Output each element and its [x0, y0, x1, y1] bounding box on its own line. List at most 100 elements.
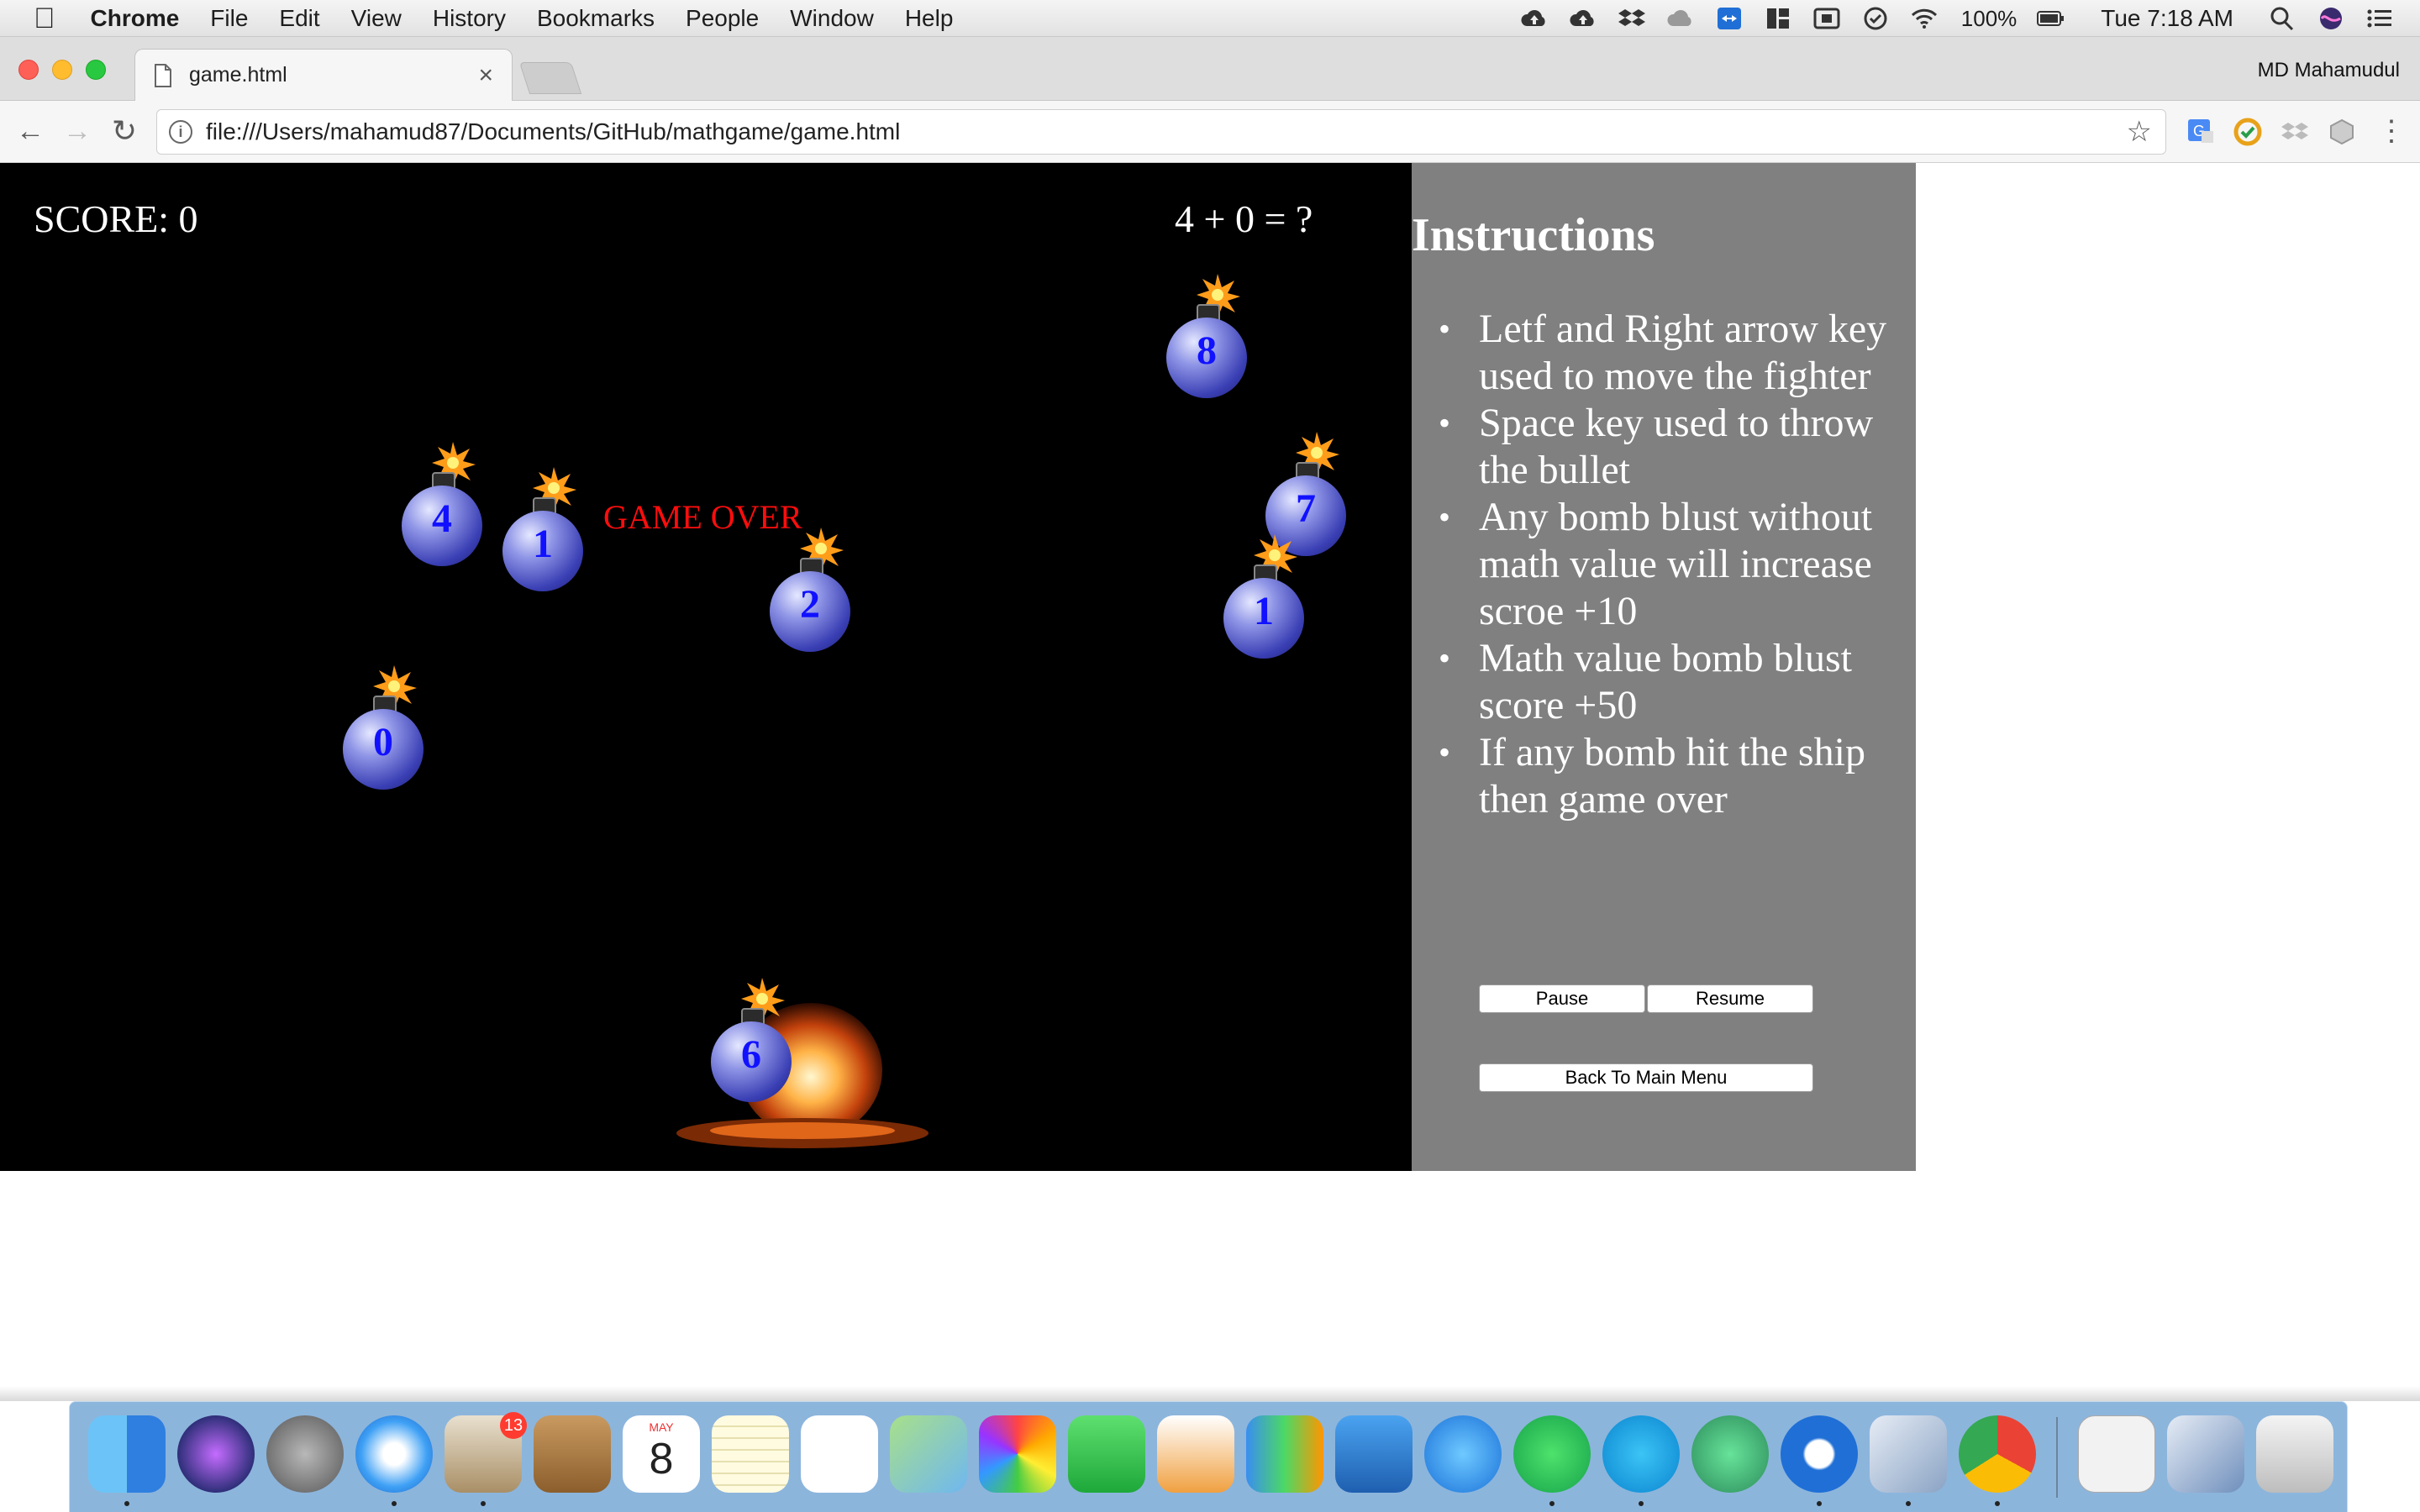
apple-menu-icon[interactable]: : [34, 3, 55, 35]
info-icon[interactable]: i: [169, 120, 192, 144]
close-window-button[interactable]: [18, 60, 39, 80]
keynote-icon[interactable]: [1335, 1415, 1413, 1493]
teamviewer-tray-icon[interactable]: [1714, 6, 1744, 31]
downloads-stack-icon[interactable]: [2167, 1415, 2244, 1493]
menu-app-name[interactable]: Chrome: [91, 5, 180, 32]
maps-icon[interactable]: [890, 1415, 967, 1493]
battery-percent: 100%: [1960, 5, 2018, 31]
document-icon: [155, 63, 171, 87]
tab-title: game.html: [189, 63, 287, 87]
launchpad-icon[interactable]: [266, 1415, 344, 1493]
menu-bookmarks[interactable]: Bookmarks: [537, 5, 655, 32]
url-text[interactable]: file:///Users/mahamud87/Documents/GitHub…: [206, 118, 900, 145]
contacts-icon[interactable]: [534, 1415, 611, 1493]
tab-close-icon[interactable]: ×: [478, 61, 493, 90]
grammar-extension-icon[interactable]: [2233, 118, 2262, 146]
spotlight-search-icon[interactable]: [2267, 6, 2297, 31]
forward-arrow-icon[interactable]: →: [60, 114, 94, 148]
atom-icon[interactable]: [1691, 1415, 1769, 1493]
math-question: 4 + 0 = ?: [1175, 197, 1313, 240]
spreadsheet-file-icon[interactable]: [2078, 1415, 2155, 1493]
virtualbox-icon[interactable]: [1870, 1415, 1947, 1493]
check-shield-icon[interactable]: [1860, 6, 1891, 31]
running-indicator: [481, 1501, 486, 1506]
dropbox-extension-icon[interactable]: [2281, 118, 2309, 146]
chrome-icon[interactable]: [1959, 1415, 2036, 1493]
menu-edit[interactable]: Edit: [279, 5, 319, 32]
numbers-icon[interactable]: [1246, 1415, 1323, 1493]
facetime-icon[interactable]: [1068, 1415, 1145, 1493]
bomb-value: 1: [1254, 589, 1274, 633]
menu-history[interactable]: History: [433, 5, 506, 32]
instructions-title: Instructions: [1412, 209, 1655, 261]
wifi-icon[interactable]: [1909, 6, 1939, 31]
bomb-value: 6: [741, 1032, 761, 1077]
fullscreen-window-button[interactable]: [86, 60, 106, 80]
google-translate-icon[interactable]: G: [2186, 118, 2215, 146]
layout-icon[interactable]: [1763, 6, 1793, 31]
screen-record-icon[interactable]: [1812, 6, 1842, 31]
bomb-value: 2: [800, 582, 820, 627]
bomb: 4: [398, 440, 486, 566]
minimize-window-button[interactable]: [52, 60, 72, 80]
new-tab-button[interactable]: [518, 62, 582, 94]
cloud-upload-icon[interactable]: [1519, 6, 1549, 31]
bomb-value: 0: [373, 720, 393, 764]
menu-help[interactable]: Help: [905, 5, 954, 32]
back-to-main-menu-button[interactable]: Back To Main Menu: [1479, 1063, 1813, 1092]
browser-toolbar: ← → ↻ i file:///Users/mahamud87/Document…: [0, 101, 2420, 163]
calendar-month: MAY: [649, 1420, 674, 1434]
mail-badge: 13: [500, 1412, 527, 1439]
running-indicator: [1549, 1501, 1555, 1506]
photos-icon[interactable]: [979, 1415, 1056, 1493]
dock-separator: [2056, 1417, 2058, 1498]
siri-icon[interactable]: [177, 1415, 255, 1493]
menu-people[interactable]: People: [686, 5, 759, 32]
menu-bar:  Chrome File Edit View History Bookmark…: [0, 0, 2420, 37]
game-canvas[interactable]: SCORE: 0 4 + 0 = ? 8 4 1 2 7 1 0 6 GAME …: [0, 163, 1412, 1171]
calendar-icon[interactable]: MAY 8: [623, 1415, 700, 1493]
notes-icon[interactable]: [712, 1415, 789, 1493]
profile-name[interactable]: MD Mahamudul: [2258, 59, 2400, 82]
address-bar[interactable]: i file:///Users/mahamud87/Documents/GitH…: [156, 109, 2166, 155]
reminders-icon[interactable]: [801, 1415, 878, 1493]
extension-cube-icon[interactable]: [2328, 118, 2356, 146]
trash-icon[interactable]: [2256, 1415, 2333, 1493]
app-store-icon[interactable]: [1424, 1415, 1502, 1493]
bookmark-star-icon[interactable]: ☆: [2127, 115, 2152, 149]
bomb-value: 4: [432, 496, 452, 541]
siri-icon[interactable]: [2316, 6, 2346, 31]
menubar-clock[interactable]: Tue 7:18 AM: [2101, 5, 2233, 32]
menu-view[interactable]: View: [351, 5, 402, 32]
chrome-menu-icon[interactable]: ⋮: [2375, 114, 2408, 148]
safari-icon[interactable]: [355, 1415, 433, 1493]
bomb: 2: [766, 526, 854, 652]
dropbox-icon[interactable]: [1617, 6, 1647, 31]
menu-window[interactable]: Window: [790, 5, 874, 32]
game-over-text: GAME OVER: [603, 498, 802, 536]
battery-icon[interactable]: [2035, 6, 2065, 31]
finder-icon[interactable]: [88, 1415, 166, 1493]
running-indicator: [392, 1501, 397, 1506]
instructions-panel: Instructions Letf and Right arrow key us…: [1412, 163, 1916, 1171]
bomb-value: 1: [533, 522, 553, 566]
whatsapp-icon[interactable]: [1513, 1415, 1591, 1493]
tab-game-html[interactable]: game.html ×: [134, 49, 513, 101]
list-item: Any bomb blust without math value will i…: [1439, 494, 1899, 635]
bomb: 6: [708, 976, 795, 1102]
mail-icon[interactable]: 13: [445, 1412, 527, 1493]
pages-icon[interactable]: [1157, 1415, 1234, 1493]
cloud-icon[interactable]: [1665, 6, 1696, 31]
tab-strip: game.html × MD Mahamudul: [0, 37, 2420, 101]
teamviewer-icon[interactable]: [1781, 1415, 1858, 1493]
resume-button[interactable]: Resume: [1647, 984, 1813, 1013]
menu-file[interactable]: File: [210, 5, 248, 32]
running-indicator: [1639, 1501, 1644, 1506]
notification-center-icon[interactable]: [2365, 6, 2395, 31]
reload-icon[interactable]: ↻: [108, 113, 141, 148]
window-bottom-edge: [0, 1386, 2420, 1401]
back-arrow-icon[interactable]: ←: [13, 114, 47, 148]
pause-button[interactable]: Pause: [1479, 984, 1645, 1013]
cloud-sync-icon[interactable]: [1568, 6, 1598, 31]
skype-icon[interactable]: [1602, 1415, 1680, 1493]
